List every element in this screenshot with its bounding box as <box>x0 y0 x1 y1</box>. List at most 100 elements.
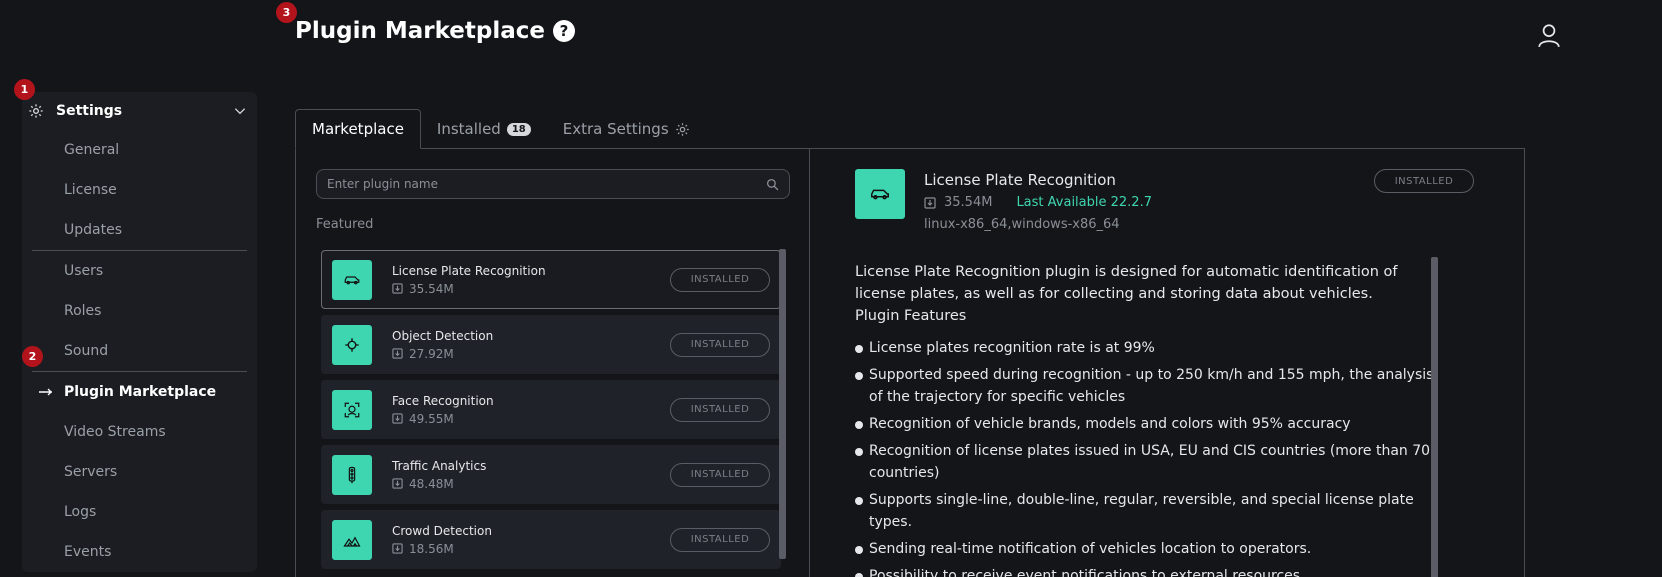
feature-item: Supported speed during recognition - up … <box>855 364 1445 408</box>
installed-button[interactable]: INSTALLED <box>670 267 770 292</box>
download-icon <box>924 196 936 209</box>
plugin-info: Object Detection 27.92M <box>392 329 670 361</box>
detail-scrollbar[interactable] <box>1431 257 1438 577</box>
car-icon <box>332 259 372 300</box>
sidebar-item-users[interactable]: Users <box>22 251 257 291</box>
annotation-marker-3: 3 <box>276 2 297 23</box>
plugin-info: Crowd Detection 18.56M <box>392 524 670 556</box>
tab-marketplace[interactable]: Marketplace <box>295 109 421 149</box>
sidebar-item-updates[interactable]: Updates <box>22 210 257 250</box>
page-title-text: Plugin Marketplace <box>295 18 545 44</box>
download-icon <box>392 413 403 424</box>
plugin-card-face-recognition[interactable]: Face Recognition 49.55M INSTALLED <box>321 380 781 439</box>
plugin-size-text: 18.56M <box>409 541 454 556</box>
user-profile-icon[interactable] <box>1536 22 1562 48</box>
detail-meta: 35.54M Last Available 22.2.7 <box>924 195 1152 210</box>
sidebar-item-roles[interactable]: Roles <box>22 291 257 331</box>
sidebar-item-general[interactable]: General <box>22 130 257 170</box>
plugin-size: 49.55M <box>392 412 670 426</box>
installed-button[interactable]: INSTALLED <box>670 332 770 357</box>
plugin-list-scrollbar[interactable] <box>779 249 786 559</box>
help-icon[interactable]: ? <box>552 20 575 42</box>
sidebar-item-label: Plugin Marketplace <box>64 384 217 400</box>
plugin-size: 18.56M <box>392 542 670 556</box>
plugin-size-text: 27.92M <box>409 346 454 361</box>
car-icon <box>855 169 905 219</box>
plugin-card-crowd-detection[interactable]: Crowd Detection 18.56M INSTALLED <box>321 510 781 569</box>
marketplace-panel: Featured License Plate Recognition 35.54… <box>295 148 1525 577</box>
plugin-size: 27.92M <box>392 347 670 361</box>
detail-description: License Plate Recognition plugin is desi… <box>855 261 1445 577</box>
sidebar-item-sound[interactable]: Sound <box>22 331 257 371</box>
crowd-icon <box>332 519 372 560</box>
features-list: License plates recognition rate is at 99… <box>855 337 1445 577</box>
plugin-info: Face Recognition 49.55M <box>392 394 670 426</box>
feature-item: Supports single-line, double-line, regul… <box>855 489 1445 533</box>
settings-sidebar: Settings General License Updates Users R… <box>22 92 257 572</box>
plugin-name: Traffic Analytics <box>392 458 487 473</box>
feature-item: Sending real-time notification of vehicl… <box>855 538 1445 560</box>
marketplace-tabs: Marketplace Installed 18 Extra Settings <box>295 109 706 149</box>
plugin-list: License Plate Recognition 35.54M INSTALL… <box>321 250 781 575</box>
tab-installed[interactable]: Installed 18 <box>421 109 547 149</box>
search-icon[interactable] <box>766 178 779 191</box>
installed-count-badge: 18 <box>506 122 531 136</box>
download-icon <box>392 543 403 554</box>
plugin-card-traffic-analytics[interactable]: Traffic Analytics 48.48M INSTALLED <box>321 445 781 504</box>
plugin-size: 48.48M <box>392 477 670 491</box>
installed-button[interactable]: INSTALLED <box>670 397 770 422</box>
tab-label: Marketplace <box>312 120 404 138</box>
featured-label: Featured <box>316 217 374 232</box>
installed-button[interactable]: INSTALLED <box>670 462 770 487</box>
plugin-name: License Plate Recognition <box>392 263 546 278</box>
face-scan-icon <box>332 389 372 430</box>
sidebar-menu: General License Updates Users Roles Soun… <box>22 130 257 572</box>
plugin-name: Crowd Detection <box>392 523 492 538</box>
tab-label: Installed <box>436 120 501 138</box>
settings-header[interactable]: Settings <box>22 92 257 130</box>
download-icon <box>392 348 403 359</box>
plugin-size-text: 48.48M <box>409 476 454 491</box>
plugin-card-license-plate-recognition[interactable]: License Plate Recognition 35.54M INSTALL… <box>321 250 781 309</box>
search-input[interactable] <box>327 177 766 191</box>
feature-item: Recognition of license plates issued in … <box>855 440 1445 484</box>
page-title: Plugin Marketplace ? <box>295 18 575 44</box>
feature-item: Recognition of vehicle brands, models an… <box>855 413 1445 435</box>
plugin-name: Object Detection <box>392 328 494 343</box>
sidebar-item-plugin-marketplace[interactable]: Plugin Marketplace <box>22 372 257 412</box>
description-text: License Plate Recognition plugin is desi… <box>855 264 1398 302</box>
gear-icon <box>29 104 43 118</box>
detail-platforms: linux-x86_64,windows-x86_64 <box>924 217 1120 232</box>
annotation-marker-1: 1 <box>14 79 35 100</box>
installed-button[interactable]: INSTALLED <box>670 527 770 552</box>
arrow-right-icon <box>39 388 52 396</box>
feature-item: License plates recognition rate is at 99… <box>855 337 1445 359</box>
plugin-name: Face Recognition <box>392 393 494 408</box>
features-title: Plugin Features <box>855 308 967 324</box>
plugin-size-text: 49.55M <box>409 411 454 426</box>
tab-label: Extra Settings <box>562 120 669 138</box>
detail-plugin-name: License Plate Recognition <box>924 171 1116 189</box>
crosshair-icon <box>332 324 372 365</box>
plugin-card-object-detection[interactable]: Object Detection 27.92M INSTALLED <box>321 315 781 374</box>
plugin-info: Traffic Analytics 48.48M <box>392 459 670 491</box>
plugin-list-pane: Featured License Plate Recognition 35.54… <box>296 149 810 577</box>
sidebar-item-events[interactable]: Events <box>22 532 257 572</box>
sidebar-item-video-streams[interactable]: Video Streams <box>22 412 257 452</box>
settings-title: Settings <box>56 103 123 119</box>
plugin-info: License Plate Recognition 35.54M <box>392 264 670 296</box>
detail-installed-button[interactable]: INSTALLED <box>1374 169 1474 193</box>
gear-icon <box>675 122 689 136</box>
tab-extra-settings[interactable]: Extra Settings <box>547 109 706 149</box>
sidebar-item-license[interactable]: License <box>22 170 257 210</box>
chevron-down-icon[interactable] <box>233 104 247 118</box>
download-icon <box>392 478 403 489</box>
plugin-detail-pane: License Plate Recognition 35.54M Last Av… <box>810 149 1524 577</box>
feature-item: Possibility to receive event notificatio… <box>855 565 1445 577</box>
annotation-marker-2: 2 <box>22 346 43 367</box>
sidebar-item-logs[interactable]: Logs <box>22 492 257 532</box>
sidebar-item-servers[interactable]: Servers <box>22 452 257 492</box>
download-icon <box>392 283 403 294</box>
detail-size: 35.54M <box>944 195 993 210</box>
plugin-size: 35.54M <box>392 282 670 296</box>
